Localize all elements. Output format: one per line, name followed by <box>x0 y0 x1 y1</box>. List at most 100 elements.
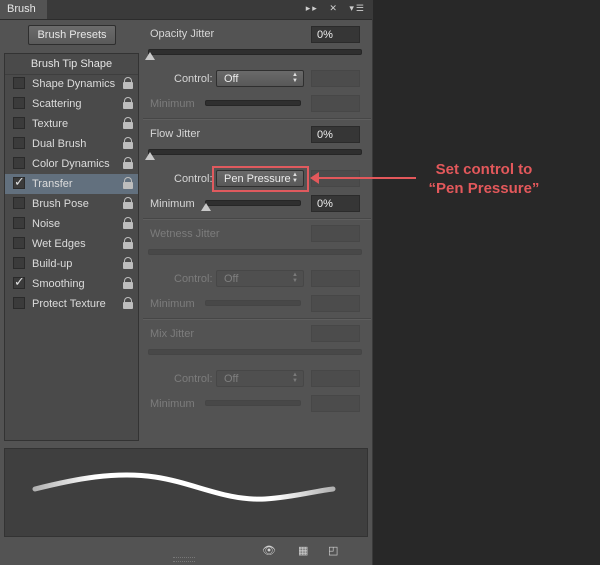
brush-stroke-graphic <box>32 472 336 502</box>
mix-control-select: Off ▲ ▼ <box>216 370 304 387</box>
sidebar-item-transfer[interactable]: ✓ Transfer <box>5 174 138 194</box>
checkbox[interactable] <box>13 157 25 169</box>
eye-icon[interactable]: 👁 <box>262 544 276 557</box>
tab-brush[interactable]: Brush <box>0 0 47 19</box>
brush-tip-shape-item[interactable]: Brush Tip Shape <box>5 54 138 75</box>
opacity-control-extra <box>311 70 360 87</box>
sidebar-item-brush-pose[interactable]: Brush Pose <box>5 194 138 214</box>
sidebar-item-shape-dynamics[interactable]: Shape Dynamics <box>5 74 138 94</box>
wetness-control-label: Control: <box>174 273 213 285</box>
mix-jitter-label: Mix Jitter <box>150 328 194 340</box>
select-arrows-icon: ▲ ▼ <box>292 272 298 284</box>
mix-control-label: Control: <box>174 373 213 385</box>
checkbox[interactable]: ✓ <box>13 274 25 289</box>
checkbox[interactable]: ✓ <box>13 174 25 189</box>
mix-jitter-value <box>311 325 360 342</box>
wetness-control-select: Off ▲ ▼ <box>216 270 304 287</box>
grid-icon[interactable]: ▦ <box>298 544 308 557</box>
flow-jitter-slider[interactable] <box>148 149 362 155</box>
annotation-line-2: “Pen Pressure” <box>428 180 540 197</box>
sidebar-item-label: Scattering <box>32 98 82 110</box>
flow-jitter-value[interactable]: 0% <box>311 126 360 143</box>
lock-icon[interactable] <box>123 97 133 109</box>
sidebar-item-wet-edges[interactable]: Wet Edges <box>5 234 138 254</box>
close-icon[interactable]: ✕ <box>329 3 339 14</box>
opacity-jitter-slider[interactable] <box>148 49 362 55</box>
sidebar-item-build-up[interactable]: Build-up <box>5 254 138 274</box>
brush-presets-button[interactable]: Brush Presets <box>28 25 116 45</box>
wetness-jitter-label: Wetness Jitter <box>150 228 220 240</box>
opacity-minimum-slider[interactable] <box>205 100 301 106</box>
lock-icon[interactable] <box>123 137 133 149</box>
sidebar-item-texture[interactable]: Texture <box>5 114 138 134</box>
panel-controls: ▸▸ ✕ ▾☰ <box>300 3 366 14</box>
mix-minimum-slider <box>205 400 301 406</box>
panel-tab-bar: Brush ▸▸ ✕ ▾☰ <box>0 0 372 20</box>
panel-menu-icon[interactable]: ▾☰ <box>349 3 366 14</box>
flow-minimum-slider[interactable] <box>205 200 301 206</box>
brush-settings-list: Brush Tip Shape Shape Dynamics Scattering… <box>4 53 139 441</box>
sidebar-item-label: Noise <box>32 218 61 230</box>
opacity-jitter-label: Opacity Jitter <box>150 28 215 40</box>
sidebar-item-label: Dual Brush <box>32 138 87 150</box>
opacity-minimum-value <box>311 95 360 112</box>
opacity-jitter-value[interactable]: 0% <box>311 26 360 43</box>
wetness-minimum-value <box>311 295 360 312</box>
lock-icon[interactable] <box>123 77 133 89</box>
checkbox[interactable] <box>13 237 25 249</box>
new-preset-icon[interactable]: ◰ <box>328 544 338 557</box>
separator <box>143 318 371 320</box>
sidebar-item-scattering[interactable]: Scattering <box>5 94 138 114</box>
checkbox[interactable] <box>13 97 25 109</box>
sidebar-item-label: Brush Pose <box>32 198 89 210</box>
sidebar-item-protect-texture[interactable]: Protect Texture <box>5 294 138 314</box>
lock-icon[interactable] <box>123 217 133 229</box>
lock-icon[interactable] <box>123 197 133 209</box>
lock-icon[interactable] <box>123 277 133 289</box>
wetness-jitter-value <box>311 225 360 242</box>
double-arrow-icon[interactable]: ▸▸ <box>306 3 319 14</box>
flow-minimum-label: Minimum <box>150 198 195 210</box>
sidebar-item-dual-brush[interactable]: Dual Brush <box>5 134 138 154</box>
select-arrows-icon: ▲ ▼ <box>292 372 298 384</box>
sidebar-item-label: Color Dynamics <box>32 158 110 170</box>
wetness-jitter-slider <box>148 249 362 255</box>
sidebar-item-color-dynamics[interactable]: Color Dynamics <box>5 154 138 174</box>
wetness-control-extra <box>311 270 360 287</box>
checkbox[interactable] <box>13 137 25 149</box>
sidebar-item-label: Wet Edges <box>32 238 86 250</box>
sidebar-item-smoothing[interactable]: ✓ Smoothing <box>5 274 138 294</box>
flow-jitter-thumb[interactable] <box>145 152 155 160</box>
resize-grip[interactable] <box>173 557 195 562</box>
opacity-control-select[interactable]: Off ▲ ▼ <box>216 70 304 87</box>
lock-icon[interactable] <box>123 117 133 129</box>
lock-icon[interactable] <box>123 237 133 249</box>
checkbox[interactable] <box>13 197 25 209</box>
checkbox[interactable] <box>13 217 25 229</box>
opacity-minimum-label: Minimum <box>150 98 195 110</box>
checkbox[interactable] <box>13 257 25 269</box>
lock-icon[interactable] <box>123 177 133 189</box>
flow-minimum-value[interactable]: 0% <box>311 195 360 212</box>
mix-control-extra <box>311 370 360 387</box>
lock-icon[interactable] <box>123 157 133 169</box>
opacity-jitter-thumb[interactable] <box>145 52 155 60</box>
checkmark-icon: ✓ <box>14 274 25 289</box>
lock-icon[interactable] <box>123 297 133 309</box>
checkbox[interactable] <box>13 77 25 89</box>
mix-minimum-label: Minimum <box>150 398 195 410</box>
brush-panel: Brush ▸▸ ✕ ▾☰ Brush Presets Brush Tip Sh… <box>0 0 373 565</box>
sidebar-item-noise[interactable]: Noise <box>5 214 138 234</box>
flow-control-label: Control: <box>174 173 213 185</box>
flow-jitter-label: Flow Jitter <box>150 128 201 140</box>
opacity-control-value: Off <box>224 73 239 85</box>
brush-stroke-preview <box>4 448 368 537</box>
select-arrows-icon: ▲ ▼ <box>292 72 298 84</box>
pen-pressure-highlight <box>212 166 309 192</box>
opacity-control-label: Control: <box>174 73 213 85</box>
flow-minimum-thumb[interactable] <box>201 203 211 211</box>
checkbox[interactable] <box>13 117 25 129</box>
checkbox[interactable] <box>13 297 25 309</box>
sidebar-item-label: Build-up <box>32 258 73 270</box>
lock-icon[interactable] <box>123 257 133 269</box>
